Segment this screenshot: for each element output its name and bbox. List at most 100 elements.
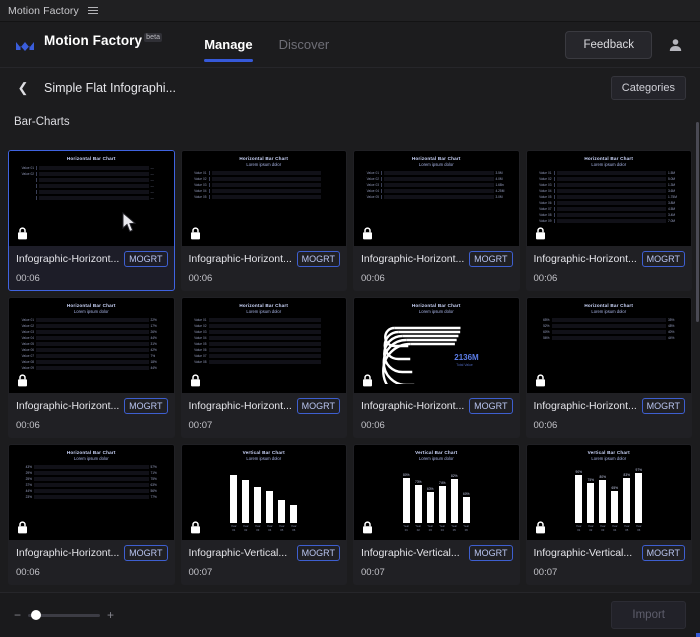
template-card[interactable]: Horizontal Bar ChartLorem ipsum dolorVal…: [353, 150, 520, 291]
template-card[interactable]: Horizontal Bar ChartLorem ipsum dolor65%…: [526, 297, 693, 438]
template-card[interactable]: Horizontal Bar ChartLorem ipsum dolorVal…: [526, 150, 693, 291]
card-meta: Infographic-Vertical... MOGRT 00:07: [182, 540, 347, 584]
template-card[interactable]: Horizontal Bar ChartLorem ipsum dolorVal…: [8, 297, 175, 438]
duration-label: 00:07: [189, 567, 341, 578]
template-thumbnail[interactable]: Vertical Bar ChartLorem ipsum dolor90%75…: [527, 445, 692, 540]
x-axis-labels: Year 01Year 02Year 03Year 04Year 05Year …: [182, 523, 347, 532]
y-axis-line: [209, 171, 210, 175]
format-badge[interactable]: MOGRT: [297, 545, 340, 561]
template-card[interactable]: Horizontal Bar ChartLorem ipsum dolorVal…: [181, 150, 348, 291]
template-card[interactable]: Horizontal Bar ChartLorem ipsum dolor Val…: [181, 297, 348, 438]
y-axis-line: [209, 189, 210, 193]
user-avatar-icon[interactable]: [664, 34, 686, 56]
bar-row: 29%71%: [19, 471, 164, 475]
y-axis-line: [554, 177, 555, 181]
bar-row: Value 031.6Bn: [364, 183, 509, 187]
bar-plot-area: Value 0122%Value 0217%Value 0326%Value 0…: [9, 314, 174, 370]
format-badge[interactable]: MOGRT: [297, 398, 340, 414]
card-meta: Infographic-Horizont...MOGRT00:06: [9, 393, 174, 437]
chevron-left-icon[interactable]: ❮: [14, 79, 32, 97]
template-thumbnail[interactable]: Vertical Bar ChartLorem ipsum dolorYear …: [182, 445, 347, 540]
card-title: Infographic-Vertical...: [534, 547, 638, 559]
card-title: Infographic-Vertical...: [361, 547, 465, 559]
app-header: Motion Factorybeta Manage Discover Feedb…: [0, 22, 700, 68]
template-thumbnail[interactable]: Horizontal Bar ChartLorem ipsum dolor43%…: [9, 445, 174, 540]
template-thumbnail[interactable]: Horizontal Bar ChartLorem ipsum dolor65%…: [527, 298, 692, 393]
bar-row: Value 077%: [19, 354, 164, 358]
template-card[interactable]: Horizontal Bar ChartValue 01---Value 02-…: [8, 150, 175, 291]
resize-corner: [696, 633, 700, 637]
tab-manage[interactable]: Manage: [204, 22, 252, 68]
template-thumbnail[interactable]: Horizontal Bar ChartLorem ipsum dolor Val…: [182, 298, 347, 393]
bar-row: Value 074.5M: [537, 207, 682, 211]
lock-icon: [535, 227, 546, 240]
bar: [635, 473, 642, 523]
y-axis-line: [381, 189, 382, 193]
lock-icon: [190, 227, 201, 240]
template-card[interactable]: Horizontal Bar ChartLorem ipsum dolor43%…: [8, 444, 175, 585]
format-badge[interactable]: MOGRT: [124, 398, 167, 414]
minus-icon[interactable]: −: [14, 609, 21, 621]
zoom-slider-knob[interactable]: [31, 610, 41, 620]
format-badge[interactable]: MOGRT: [469, 545, 512, 561]
svg-text:Total Value: Total Value: [456, 363, 473, 367]
import-button[interactable]: Import: [611, 601, 686, 629]
hamburger-icon[interactable]: [88, 7, 98, 14]
template-card[interactable]: Vertical Bar ChartLorem ipsum dolor80%73…: [353, 444, 520, 585]
card-title: Infographic-Horizont...: [16, 253, 120, 265]
feedback-button[interactable]: Feedback: [565, 31, 652, 59]
bar: [611, 491, 618, 523]
y-axis-line: [554, 189, 555, 193]
tab-discover[interactable]: Discover: [279, 22, 330, 68]
bar-column: 90%: [575, 461, 582, 523]
format-badge[interactable]: MOGRT: [642, 545, 685, 561]
lock-icon: [362, 374, 373, 387]
brand-name: Motion Factorybeta: [44, 33, 162, 48]
template-thumbnail[interactable]: Horizontal Bar ChartLorem ipsum dolorVal…: [527, 151, 692, 246]
card-meta: Infographic-Horizont...MOGRT00:06: [527, 246, 692, 290]
template-card[interactable]: Horizontal Bar ChartLorem ipsum dolor213…: [353, 297, 520, 438]
format-badge[interactable]: MOGRT: [469, 398, 512, 414]
x-axis-labels: Year 01Year 02Year 03Year 04Year 05Year …: [527, 523, 692, 532]
template-thumbnail[interactable]: Horizontal Bar ChartLorem ipsum dolorVal…: [182, 151, 347, 246]
y-axis-line: [381, 195, 382, 199]
card-meta: Infographic-Horizont...MOGRT00:06: [9, 540, 174, 584]
lock-icon: [362, 227, 373, 240]
bar-row: Value 03: [192, 330, 337, 334]
template-grid-scroll[interactable]: Horizontal Bar ChartValue 01---Value 02-…: [0, 150, 700, 592]
bar-row: 23%77%: [19, 495, 164, 499]
thumb-chart-title: Horizontal Bar ChartLorem ipsum dolor: [182, 298, 347, 314]
vertical-scrollbar[interactable]: [696, 122, 699, 322]
card-title: Infographic-Vertical...: [189, 547, 293, 559]
bar-row: Value 07: [192, 354, 337, 358]
template-thumbnail[interactable]: Horizontal Bar ChartLorem ipsum dolorVal…: [9, 298, 174, 393]
format-badge[interactable]: MOGRT: [124, 545, 167, 561]
format-badge[interactable]: MOGRT: [297, 251, 340, 267]
zoom-slider-control[interactable]: − +: [14, 609, 114, 621]
zoom-slider-track[interactable]: [28, 614, 100, 617]
template-thumbnail[interactable]: Horizontal Bar ChartValue 01---Value 02-…: [9, 151, 174, 246]
card-meta: Infographic-Vertical...MOGRT00:07: [527, 540, 692, 584]
bar-row: Value 05: [192, 342, 337, 346]
format-badge[interactable]: MOGRT: [469, 251, 512, 267]
template-thumbnail[interactable]: Horizontal Bar ChartLorem ipsum dolor213…: [354, 298, 519, 393]
bar-row: Value 011.5M: [537, 171, 682, 175]
template-thumbnail[interactable]: Horizontal Bar ChartLorem ipsum dolorVal…: [354, 151, 519, 246]
bar: [242, 480, 249, 523]
format-badge[interactable]: MOGRT: [642, 251, 685, 267]
bar-column: 83%: [623, 461, 630, 523]
motion-factory-logo-icon: [14, 35, 36, 57]
bar-row: Value 043.6M: [537, 189, 682, 193]
plus-icon[interactable]: +: [107, 609, 114, 621]
format-badge[interactable]: MOGRT: [642, 398, 685, 414]
bar-row: Value 0818%: [19, 360, 164, 364]
bar-row: Value 031.3M: [537, 183, 682, 187]
thumb-chart-title: Horizontal Bar ChartLorem ipsum dolor: [354, 298, 519, 314]
template-thumbnail[interactable]: Vertical Bar ChartLorem ipsum dolor80%73…: [354, 445, 519, 540]
template-card[interactable]: Vertical Bar ChartLorem ipsum dolorYear …: [181, 444, 348, 585]
window-titlebar: Motion Factory: [0, 0, 700, 22]
format-badge[interactable]: MOGRT: [124, 251, 167, 267]
bar: [575, 475, 582, 523]
categories-button[interactable]: Categories: [611, 76, 686, 100]
template-card[interactable]: Vertical Bar ChartLorem ipsum dolor90%75…: [526, 444, 693, 585]
